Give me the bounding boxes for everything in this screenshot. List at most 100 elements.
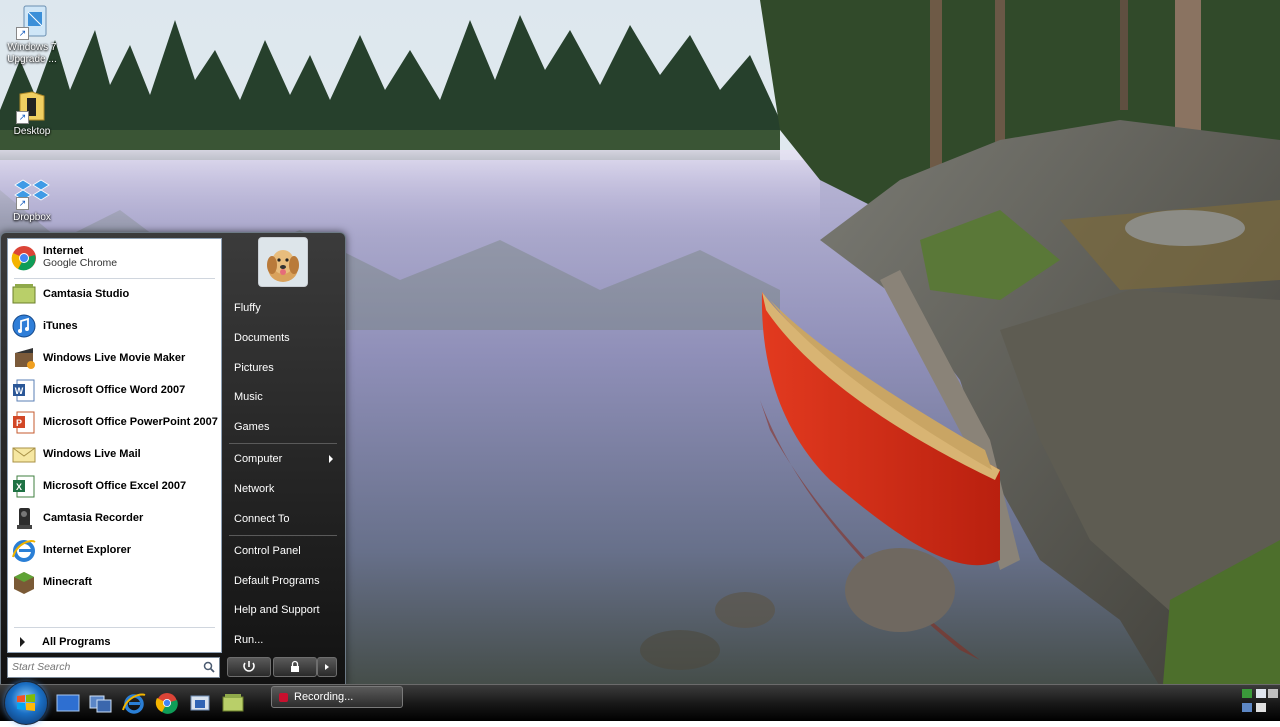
chrome-icon	[11, 245, 37, 271]
start-search-box	[7, 657, 220, 678]
right-item-run[interactable]: Run...	[227, 629, 339, 651]
right-item-label: Network	[234, 483, 275, 495]
program-item-movie-maker[interactable]: Windows Live Movie Maker	[11, 343, 218, 373]
camtasia-recorder-icon	[11, 505, 37, 531]
svg-text:W: W	[15, 386, 24, 396]
svg-text:X: X	[16, 482, 22, 492]
start-button[interactable]	[4, 681, 48, 725]
program-item-camtasia-recorder[interactable]: Camtasia Recorder	[11, 503, 218, 533]
right-item-label: Documents	[234, 332, 290, 344]
shutdown-options-button[interactable]	[317, 657, 337, 677]
windows-upgrade-icon: ↗	[14, 4, 50, 40]
program-label: Camtasia Studio	[43, 288, 130, 300]
excel-icon: X	[11, 473, 37, 499]
desktop-icon-dropbox[interactable]: ↗ Dropbox	[1, 174, 63, 224]
windows-media-icon[interactable]	[189, 692, 213, 714]
arrow-right-icon	[325, 664, 329, 670]
right-item-computer[interactable]: Computer	[227, 448, 339, 470]
arrow-right-icon	[20, 637, 25, 647]
program-label: Microsoft Office Word 2007	[43, 384, 186, 396]
right-item-label: Control Panel	[234, 545, 301, 557]
right-item-label: Fluffy	[234, 302, 261, 314]
desktop-icon-label: Desktop	[13, 126, 51, 137]
right-item-fluffy[interactable]: Fluffy	[227, 297, 339, 319]
record-icon	[279, 693, 288, 702]
right-item-label: Help and Support	[234, 604, 320, 616]
live-mail-icon	[11, 441, 37, 467]
all-programs-button[interactable]: All Programs	[14, 633, 214, 651]
program-label: Windows Live Movie Maker	[43, 352, 186, 364]
camtasia-studio-icon[interactable]	[221, 692, 245, 714]
search-icon[interactable]	[203, 661, 215, 673]
minecraft-icon	[11, 569, 37, 595]
user-avatar[interactable]	[258, 237, 308, 287]
all-programs-separator	[14, 627, 215, 628]
taskbar-button-recording[interactable]: Recording...	[271, 686, 403, 708]
windows-logo-icon	[17, 694, 35, 711]
program-item-word[interactable]: W Microsoft Office Word 2007	[11, 375, 218, 405]
internet-explorer-icon[interactable]	[122, 692, 146, 714]
right-item-music[interactable]: Music	[227, 386, 339, 408]
all-programs-label: All Programs	[42, 636, 111, 648]
right-item-games[interactable]: Games	[227, 416, 339, 438]
lock-button[interactable]	[273, 657, 317, 677]
right-separator	[229, 443, 337, 444]
dropbox-icon: ↗	[14, 174, 50, 210]
program-item-camtasia-studio[interactable]: Camtasia Studio	[11, 279, 218, 309]
program-item-minecraft[interactable]: Minecraft	[11, 567, 218, 597]
right-item-label: Connect To	[234, 513, 290, 525]
right-item-label: Games	[234, 421, 270, 433]
lock-icon	[291, 660, 299, 672]
show-desktop-icon[interactable]	[56, 692, 80, 714]
camtasia-studio-icon	[11, 281, 37, 307]
right-item-pictures[interactable]: Pictures	[227, 357, 339, 379]
tray-icons	[1242, 689, 1278, 712]
program-item-chrome[interactable]: Internet Google Chrome	[11, 243, 218, 275]
right-item-help-and-support[interactable]: Help and Support	[227, 599, 339, 621]
program-label: Internet Google Chrome	[43, 245, 118, 269]
right-item-label: Computer	[234, 453, 283, 465]
right-item-label: Default Programs	[234, 575, 320, 587]
power-controls	[227, 657, 337, 677]
power-button[interactable]	[227, 657, 271, 677]
right-item-control-panel[interactable]: Control Panel	[227, 540, 339, 562]
right-item-documents[interactable]: Documents	[227, 327, 339, 349]
program-label: Microsoft Office Excel 2007	[43, 480, 187, 492]
taskbar: Recording...	[0, 681, 1280, 725]
right-item-label: Run...	[234, 634, 264, 646]
right-item-label: Music	[234, 391, 263, 403]
svg-text:P: P	[16, 418, 22, 428]
chrome-icon[interactable]	[155, 692, 179, 714]
submenu-arrow-icon	[329, 455, 333, 463]
program-label: Internet Explorer	[43, 544, 132, 556]
start-menu-programs-pane: Internet Google Chrome Camtasia Studio i…	[7, 238, 222, 653]
word-icon: W	[11, 377, 37, 403]
right-separator	[229, 535, 337, 536]
folder-icon: ↗	[14, 88, 50, 124]
internet-explorer-icon	[11, 537, 37, 563]
right-item-network[interactable]: Network	[227, 478, 339, 500]
program-label: Camtasia Recorder	[43, 512, 144, 524]
desktop-icon-label: Dropbox	[13, 212, 51, 223]
powerpoint-icon: P	[11, 409, 37, 435]
program-item-live-mail[interactable]: Windows Live Mail	[11, 439, 218, 469]
right-item-default-programs[interactable]: Default Programs	[227, 570, 339, 592]
program-item-internet-explorer[interactable]: Internet Explorer	[11, 535, 218, 565]
program-label: Minecraft	[43, 576, 92, 588]
switch-windows-icon[interactable]	[89, 692, 113, 714]
start-menu: Internet Google Chrome Camtasia Studio i…	[0, 232, 346, 686]
movie-maker-icon	[11, 345, 37, 371]
desktop-icon-windows7-upgrade[interactable]: ↗ Windows 7 Upgrade ...	[1, 4, 63, 66]
right-item-label: Pictures	[234, 362, 274, 374]
start-search-input[interactable]	[8, 658, 198, 675]
right-item-connect-to[interactable]: Connect To	[227, 508, 339, 530]
program-item-powerpoint[interactable]: P Microsoft Office PowerPoint 2007	[11, 407, 218, 437]
desktop-icon-label: Windows 7 Upgrade ...	[7, 42, 57, 65]
program-label: Microsoft Office PowerPoint 2007	[43, 416, 218, 428]
taskbar-button-label: Recording...	[294, 691, 354, 703]
power-icon	[243, 661, 255, 672]
program-item-itunes[interactable]: iTunes	[11, 311, 218, 341]
program-item-excel[interactable]: X Microsoft Office Excel 2007	[11, 471, 218, 501]
desktop-icon-desktop[interactable]: ↗ Desktop	[1, 88, 63, 138]
itunes-icon	[11, 313, 37, 339]
